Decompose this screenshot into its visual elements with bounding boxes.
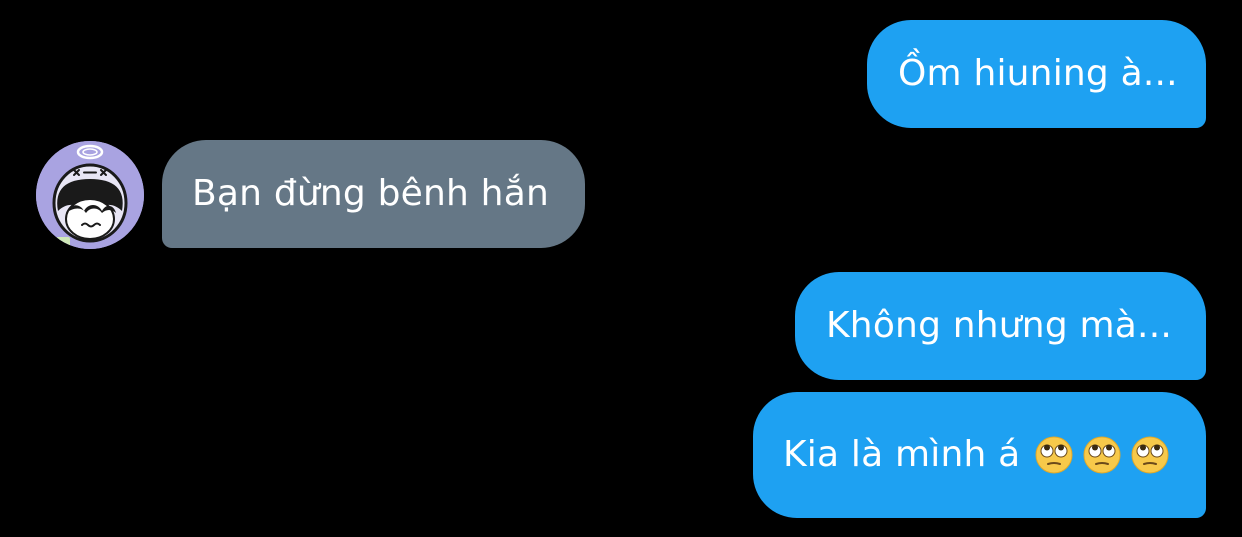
face-with-rolling-eyes-icon (1131, 436, 1169, 474)
outgoing-message-bubble[interactable]: Không nhưng mà... (795, 272, 1206, 380)
avatar[interactable] (36, 141, 144, 249)
message-text: Bạn đừng bênh hắn (192, 173, 549, 214)
message-text: Ồm hiuning à... (898, 53, 1178, 94)
incoming-message-bubble[interactable]: Bạn đừng bênh hắn (162, 140, 585, 248)
avatar-illustration (36, 141, 144, 249)
outgoing-message-bubble[interactable]: Ồm hiuning à... (867, 20, 1206, 128)
face-with-rolling-eyes-icon (1083, 436, 1121, 474)
outgoing-message-bubble[interactable]: Kia là mình á (753, 392, 1206, 518)
face-with-rolling-eyes-icon (1035, 436, 1073, 474)
message-text: Không nhưng mà... (826, 305, 1172, 346)
emoji-group (1026, 435, 1170, 475)
message-text: Kia là mình á (783, 434, 1021, 475)
